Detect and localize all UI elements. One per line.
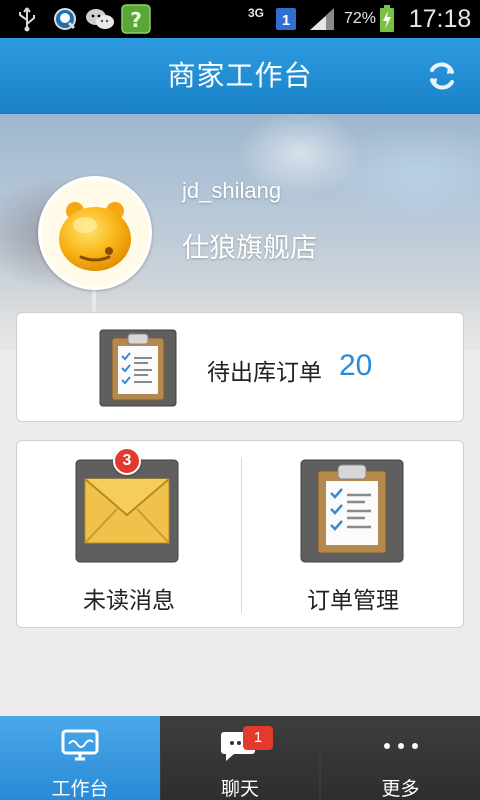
order-management-button[interactable]: 订单管理: [241, 441, 465, 627]
unread-messages-label: 未读消息: [83, 588, 175, 614]
mascot-avatar-icon: [59, 202, 131, 271]
wechat-icon: [84, 0, 116, 38]
usb-icon: [14, 0, 40, 38]
order-management-label: 订单管理: [307, 588, 399, 614]
unread-messages-button[interactable]: 3 未读消息: [17, 441, 241, 627]
pending-orders-label: 待出库订单: [207, 360, 322, 386]
clipboard-icon: [99, 329, 177, 411]
nav-item-chat[interactable]: 1 聊天: [161, 716, 319, 800]
username: jd_shilang: [182, 178, 282, 203]
unknown-app-icon: ?: [120, 0, 152, 38]
shop-name: 仕狼旗舰店: [182, 233, 317, 264]
network-type: 3G: [247, 6, 264, 20]
nav-label-workbench: 工作台: [51, 778, 109, 800]
pending-orders-count: 20: [339, 349, 373, 382]
avatar[interactable]: [38, 176, 152, 290]
nav-item-workbench[interactable]: 工作台: [0, 716, 160, 800]
nav-label-chat: 聊天: [220, 778, 259, 800]
signal-icon: [306, 0, 338, 38]
status-clock: 17:18: [408, 4, 472, 33]
refresh-button[interactable]: [422, 56, 462, 96]
monitor-icon: [50, 726, 110, 766]
nav-label-more: 更多: [381, 778, 420, 800]
chat-badge: 1: [243, 726, 273, 750]
sim-indicator-text: 1: [282, 12, 290, 29]
nav-item-more[interactable]: 更多: [321, 716, 480, 800]
qq-icon: [50, 0, 80, 38]
svg-text:?: ?: [130, 8, 142, 32]
bottom-nav: 工作台 1 聊天 更多: [0, 716, 480, 800]
clipboard-icon: [300, 459, 404, 563]
sim-indicator-icon: 1: [274, 0, 298, 38]
battery-percent: 72%: [343, 10, 377, 27]
avatar-stem: [92, 288, 96, 314]
header-bar: 商家工作台: [0, 38, 480, 114]
pending-orders-card[interactable]: 待出库订单 20: [16, 312, 464, 422]
battery-charging-icon: [376, 0, 398, 38]
more-dots-icon: [371, 726, 431, 766]
refresh-icon: [430, 62, 454, 90]
status-bar: ? 3G 1 72% 17:18: [0, 0, 480, 38]
actions-card: 3 未读消息 订单管理: [16, 440, 464, 628]
page-title: 商家工作台: [167, 59, 313, 92]
unread-badge: 3: [113, 447, 141, 475]
